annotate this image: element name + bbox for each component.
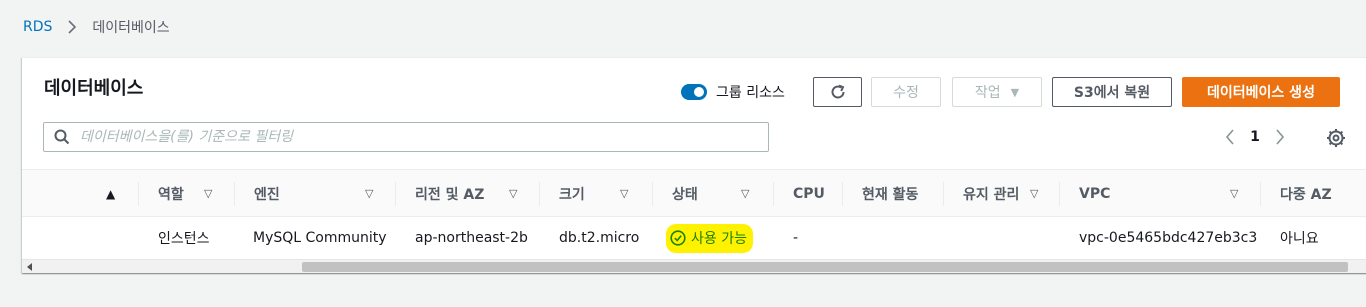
refresh-icon xyxy=(831,84,844,99)
sort-down-icon: ▽ xyxy=(204,187,213,200)
prev-page-icon[interactable] xyxy=(1220,129,1240,145)
sort-toggle-icon[interactable]: ▲ xyxy=(106,170,136,218)
actions-button[interactable]: 작업 ▼ xyxy=(952,77,1042,107)
cell-region-az: ap-northeast-2b xyxy=(415,230,528,246)
breadcrumb: RDS 데이터베이스 xyxy=(23,17,170,37)
column-header-vpc[interactable]: VPC ▽ xyxy=(1059,170,1249,218)
column-header-current-activity[interactable]: 현재 활동 xyxy=(842,170,942,218)
modify-button[interactable]: 수정 xyxy=(871,77,941,107)
cell-size: db.t2.micro xyxy=(559,230,640,246)
column-header-status[interactable]: 상태 ▽ xyxy=(652,170,760,218)
column-header-maintenance[interactable]: 유지 관리 ▽ xyxy=(943,170,1048,218)
column-header-cpu[interactable]: CPU xyxy=(773,170,845,218)
column-header-role[interactable]: 역할 ▽ xyxy=(138,170,235,218)
chevron-right-icon xyxy=(62,17,82,37)
cell-vpc: vpc-0e5465bdc427eb3c3 xyxy=(1079,230,1258,246)
breadcrumb-rds-link[interactable]: RDS xyxy=(23,19,52,35)
sort-down-icon: ▽ xyxy=(741,187,750,200)
sort-down-icon: ▽ xyxy=(509,187,518,200)
create-database-button[interactable]: 데이터베이스 생성 xyxy=(1182,77,1340,107)
caret-down-icon: ▼ xyxy=(1010,85,1020,99)
table-row[interactable]: 인스턴스 MySQL Community ap-northeast-2b db.… xyxy=(22,217,1366,259)
group-resources-toggle[interactable] xyxy=(681,84,707,100)
status-text: 사용 가능 xyxy=(691,230,747,247)
gear-icon[interactable] xyxy=(1325,127,1347,149)
cell-role: 인스턴스 xyxy=(158,231,210,247)
scrollbar-thumb[interactable] xyxy=(302,262,1348,272)
check-circle-icon xyxy=(670,229,686,246)
cell-cpu: - xyxy=(793,230,799,246)
sort-down-icon: ▽ xyxy=(1030,187,1039,200)
column-header-multi-az[interactable]: 다중 AZ ▽ xyxy=(1260,170,1366,218)
column-header-engine[interactable]: 엔진 ▽ xyxy=(234,170,384,218)
restore-from-s3-button[interactable]: S3에서 복원 xyxy=(1052,77,1172,107)
current-page-number[interactable]: 1 xyxy=(1240,129,1270,145)
filter-search-box xyxy=(43,122,769,152)
table-header: ▲ 역할 ▽ 엔진 ▽ 리전 및 AZ ▽ 크기 ▽ 상태 ▽ CPU 현재 활… xyxy=(22,169,1366,217)
pagination: 1 xyxy=(1220,126,1290,148)
sort-down-icon: ▽ xyxy=(365,187,374,200)
sort-down-icon: ▽ xyxy=(620,187,629,200)
column-header-region-az[interactable]: 리전 및 AZ ▽ xyxy=(395,170,530,218)
column-header-size[interactable]: 크기 ▽ xyxy=(539,170,639,218)
status-badge: 사용 가능 xyxy=(666,223,753,253)
sort-down-icon: ▽ xyxy=(1230,187,1239,200)
group-resources-label: 그룹 리소스 xyxy=(716,85,785,101)
databases-panel: 데이터베이스 그룹 리소스 수정 작업 ▼ S3에서 복원 데이터베이스 생성 … xyxy=(22,57,1366,273)
cell-engine: MySQL Community xyxy=(253,230,387,246)
refresh-button[interactable] xyxy=(813,77,862,107)
scroll-left-icon[interactable] xyxy=(25,262,35,272)
panel-title: 데이터베이스 xyxy=(44,78,144,99)
filter-databases-input[interactable] xyxy=(80,129,720,145)
horizontal-scrollbar[interactable] xyxy=(22,259,1366,273)
cell-status: 사용 가능 xyxy=(666,217,753,259)
cell-multi-az: 아니요 xyxy=(1280,231,1319,247)
search-icon xyxy=(54,129,70,145)
actions-button-label: 작업 xyxy=(974,85,1001,101)
breadcrumb-current: 데이터베이스 xyxy=(92,20,170,36)
group-resources-toggle-wrap: 그룹 리소스 xyxy=(681,82,785,102)
next-page-icon[interactable] xyxy=(1270,129,1290,145)
